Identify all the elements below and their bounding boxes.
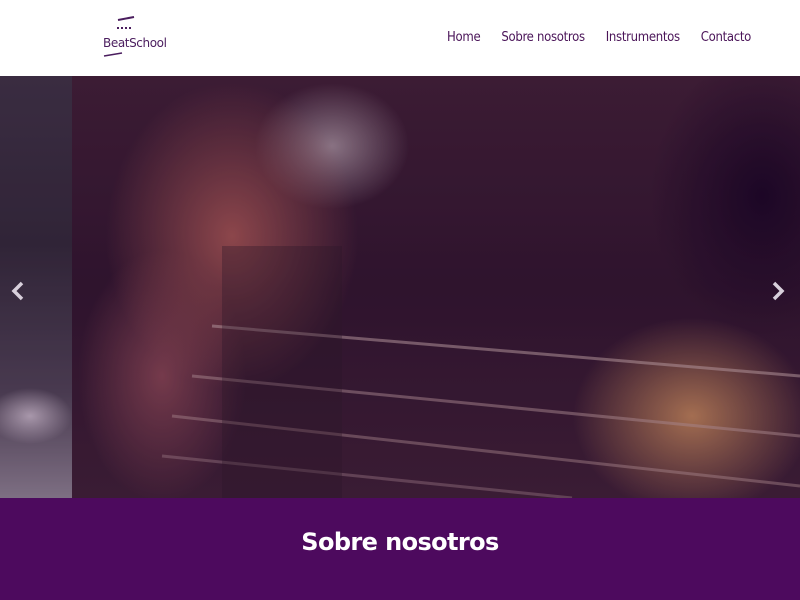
hero-carousel	[0, 76, 800, 498]
nav-home[interactable]: Home	[447, 29, 481, 47]
main-nav: Home Sobre nosotros Instrumentos Contact…	[440, 29, 751, 47]
nav-contacto[interactable]: Contacto	[701, 29, 752, 47]
carousel-next-button[interactable]	[766, 276, 790, 306]
about-section: Sobre nosotros	[0, 498, 800, 600]
chevron-left-icon	[11, 281, 24, 301]
nav-sobre-nosotros[interactable]: Sobre nosotros	[501, 29, 585, 47]
about-title: Sobre nosotros	[301, 528, 499, 556]
carousel-tint	[0, 76, 800, 498]
logo[interactable]: BeatSchool	[100, 14, 167, 62]
logo-text: BeatSchool	[103, 36, 167, 50]
chevron-right-icon	[772, 281, 785, 301]
carousel-prev-button[interactable]	[6, 276, 30, 306]
nav-instrumentos[interactable]: Instrumentos	[606, 29, 680, 47]
site-header: BeatSchool Home Sobre nosotros Instrumen…	[0, 0, 800, 76]
